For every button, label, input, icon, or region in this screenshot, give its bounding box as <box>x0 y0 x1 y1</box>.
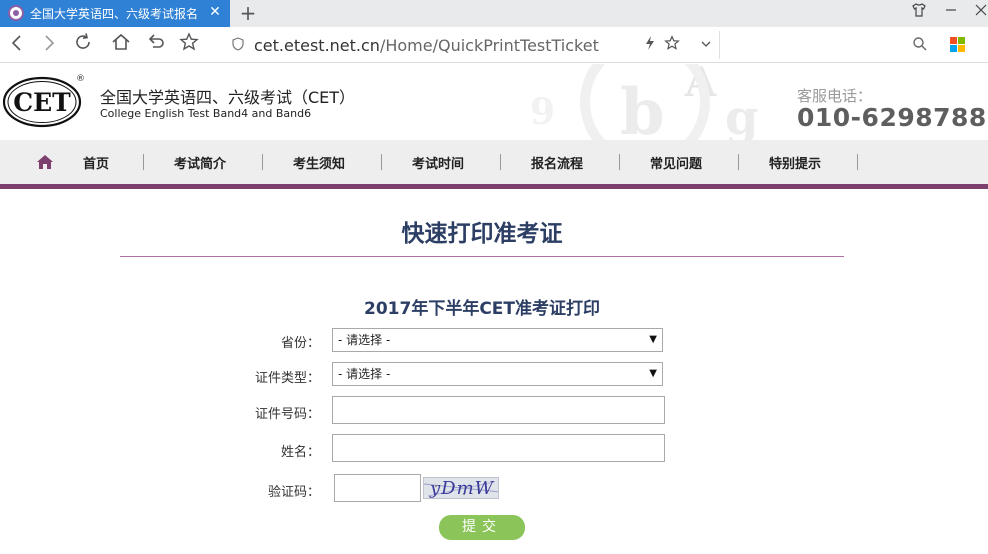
header-decoration: b A g 9 <box>530 64 759 140</box>
tab-title: 全国大学英语四、六级考试报名| <box>30 7 198 21</box>
province-label: 省份： <box>280 336 320 351</box>
url-field[interactable]: cet.etest.net.cn/Home/QuickPrintTestTick… <box>222 31 720 59</box>
browser-tab-active[interactable]: 全国大学英语四、六级考试报名| ✕ <box>0 0 230 27</box>
nav-item-candidate-notice[interactable]: 考生须知 <box>293 153 345 172</box>
nav-divider <box>262 154 263 170</box>
chevron-down-icon[interactable] <box>696 35 716 55</box>
close-window-icon[interactable] <box>970 2 988 24</box>
name-input[interactable] <box>332 434 665 462</box>
svg-text:g: g <box>725 90 759 140</box>
shield-icon <box>230 37 246 53</box>
site-header: b A g 9 CET ® 全国大学英语四、六级考试（CET） College … <box>0 64 988 140</box>
site-title-en: College English Test Band4 and Band6 <box>100 107 312 120</box>
site-favicon-icon <box>8 5 24 21</box>
url-path: /Home/QuickPrintTestTicket <box>379 36 599 55</box>
nav-item-exam-intro[interactable]: 考试简介 <box>174 153 226 172</box>
hotline-number: 010-62987880 <box>797 103 988 132</box>
main-nav: 首页 考试简介 考生须知 考试时间 报名流程 常见问题 特别提示 <box>0 140 988 184</box>
nav-home-icon[interactable] <box>36 153 54 171</box>
site-title-cn: 全国大学英语四、六级考试（CET） <box>100 88 356 107</box>
new-tab-icon[interactable]: + <box>236 1 260 25</box>
submit-button[interactable]: 提交 <box>439 515 525 540</box>
id-type-label: 证件类型： <box>254 371 320 386</box>
nav-item-home[interactable]: 首页 <box>83 153 109 172</box>
id-number-input[interactable] <box>332 396 665 424</box>
nav-item-registration-process[interactable]: 报名流程 <box>531 153 583 172</box>
nav-item-special-notice[interactable]: 特别提示 <box>769 153 821 172</box>
dropdown-arrow-icon: ▼ <box>649 368 657 379</box>
nav-divider <box>381 154 382 170</box>
tab-close-icon[interactable]: ✕ <box>206 3 224 21</box>
captcha-code: yDmW <box>430 478 495 499</box>
svg-text:9: 9 <box>530 91 555 133</box>
captcha-label: 验证码： <box>267 485 320 500</box>
home-icon[interactable] <box>108 32 134 58</box>
browser-address-bar: cet.etest.net.cn/Home/QuickPrintTestTick… <box>0 27 988 63</box>
minimize-icon[interactable] <box>940 2 962 24</box>
refresh-icon[interactable] <box>70 32 96 58</box>
back-icon[interactable] <box>4 32 30 58</box>
windows-apps-icon[interactable] <box>950 37 966 53</box>
id-number-label: 证件号码： <box>254 407 320 422</box>
province-selected-value: - 请选择 - <box>338 333 391 347</box>
registered-mark: ® <box>76 74 85 84</box>
dropdown-arrow-icon: ▼ <box>649 334 657 345</box>
nav-item-faq[interactable]: 常见问题 <box>650 153 702 172</box>
province-select[interactable]: - 请选择 - ▼ <box>332 328 663 352</box>
nav-divider <box>619 154 620 170</box>
search-icon[interactable] <box>910 36 930 56</box>
browser-tab-bar: 全国大学英语四、六级考试报名| ✕ + <box>0 0 988 27</box>
nav-bottom-bar <box>0 184 988 189</box>
captcha-image[interactable]: yDmW <box>423 477 499 499</box>
nav-item-exam-time[interactable]: 考试时间 <box>412 153 464 172</box>
captcha-input[interactable] <box>334 474 421 502</box>
title-divider <box>120 256 844 257</box>
page-title: 快速打印准考证 <box>401 221 563 247</box>
undo-icon[interactable] <box>142 32 168 58</box>
nav-divider <box>857 154 858 170</box>
nav-divider <box>143 154 144 170</box>
cet-logo: CET <box>2 76 82 128</box>
favorite-star-icon[interactable] <box>176 32 202 58</box>
lightning-icon[interactable] <box>640 35 660 55</box>
name-label: 姓名： <box>280 445 320 460</box>
svg-text:b: b <box>620 75 665 140</box>
id-type-selected-value: - 请选择 - <box>338 367 391 381</box>
url-domain: cet.etest.net.cn <box>254 36 380 55</box>
nav-divider <box>738 154 739 170</box>
id-type-select[interactable]: - 请选择 - ▼ <box>332 362 663 386</box>
form-title: 2017年下半年CET准考证打印 <box>364 299 600 319</box>
forward-icon[interactable] <box>36 32 62 58</box>
bookmark-star-icon[interactable] <box>662 35 682 55</box>
logo-text: CET <box>13 88 71 117</box>
shirt-skin-icon[interactable] <box>908 2 930 24</box>
url-text: cet.etest.net.cn/Home/QuickPrintTestTick… <box>254 36 599 55</box>
nav-divider <box>500 154 501 170</box>
